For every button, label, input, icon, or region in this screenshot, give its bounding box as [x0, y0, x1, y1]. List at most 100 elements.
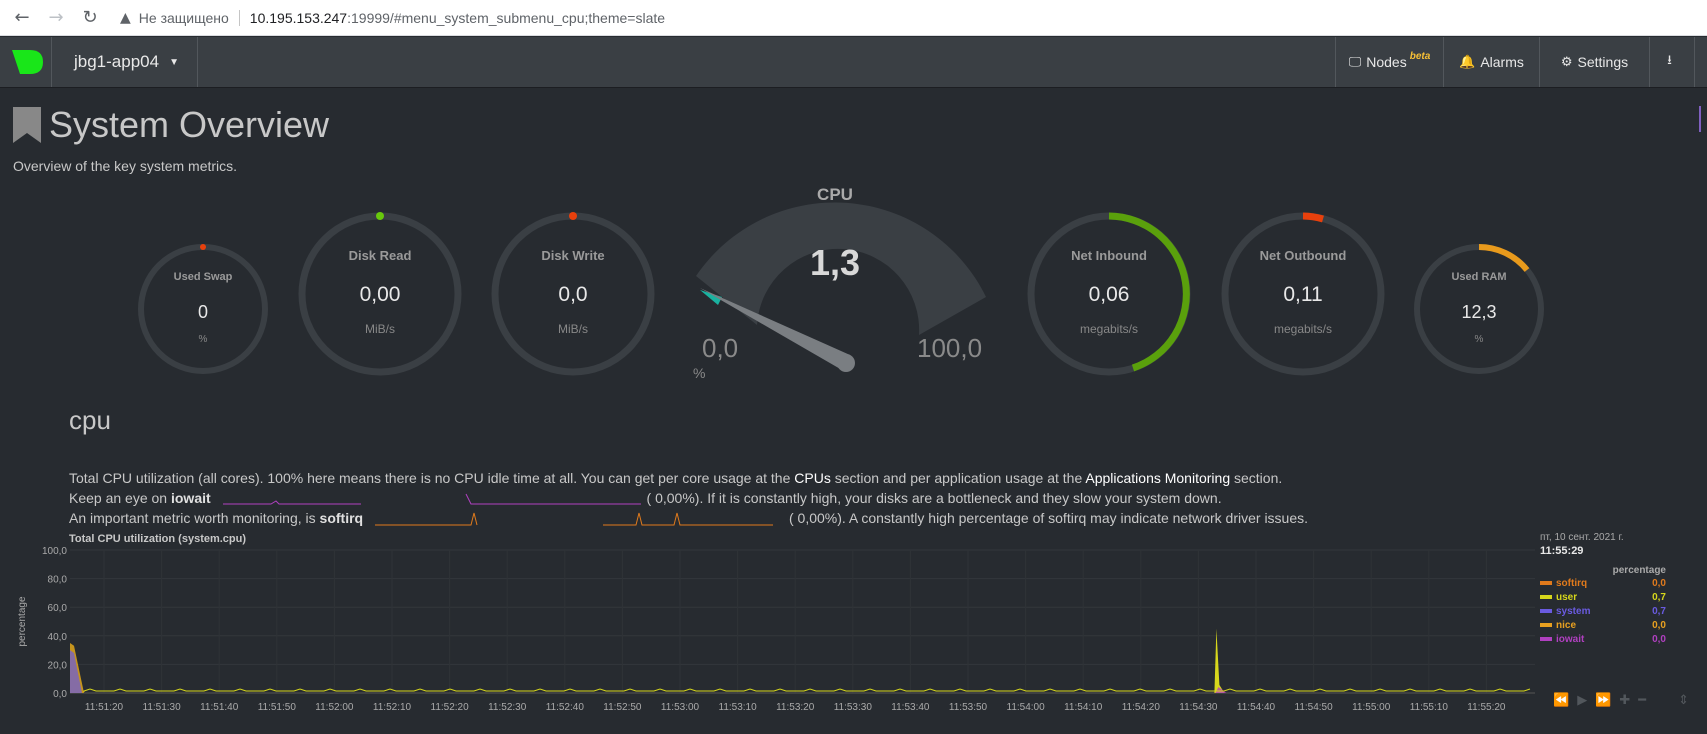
legend-series-value: 0,0 — [1652, 577, 1666, 589]
x-tick-label: 11:51:20 — [85, 702, 124, 713]
cpus-link[interactable]: CPUs — [794, 470, 831, 486]
legend-header: percentage — [1612, 565, 1666, 576]
gauge-disk-read[interactable]: Disk Read 0,00 MiB/s — [296, 210, 464, 378]
forward-icon[interactable]: → — [44, 6, 68, 30]
host-dropdown[interactable]: jbg1-app04 ▼ — [51, 37, 198, 87]
alarms-button[interactable]: 🔔 Alarms — [1443, 37, 1539, 87]
series-area-user — [1214, 628, 1225, 693]
applications-link[interactable]: Applications Monitoring — [1085, 470, 1230, 486]
insecure-label: Не защищено — [138, 9, 229, 26]
zoom-out-icon[interactable]: ━ — [1638, 693, 1646, 708]
gauge-value: 0,11 — [1283, 283, 1323, 306]
netdata-logo-icon[interactable] — [10, 46, 44, 78]
alarms-label: Alarms — [1480, 54, 1524, 70]
y-tick-label: 40,0 — [48, 632, 68, 643]
legend-series-name: softirq — [1556, 577, 1588, 589]
description-line-1: Total CPU utilization (all cores). 100% … — [69, 470, 1282, 486]
x-tick-label: 11:55:10 — [1410, 702, 1449, 713]
address-bar[interactable]: ▲ Не защищено 10.195.153.247:19999/#menu… — [120, 9, 666, 26]
gauge-unit: MiB/s — [558, 322, 588, 336]
chart-controls: ⏪ ▶ ⏩ ✚ ━ ⇕ — [1553, 693, 1689, 708]
gauge-label: Disk Write — [541, 248, 605, 263]
back-icon[interactable]: ← — [10, 6, 34, 30]
legend-series-value: 0,7 — [1652, 605, 1666, 617]
legend-item[interactable]: system 0,7 — [1540, 604, 1670, 618]
x-tick-label: 11:55:20 — [1467, 702, 1506, 713]
legend-swatch — [1540, 637, 1552, 641]
x-tick-label: 11:53:40 — [891, 702, 930, 713]
url-path: :19999/#menu_system_submenu_cpu;theme=sl… — [347, 9, 666, 26]
beta-badge: beta — [1409, 50, 1431, 62]
cpu-gauge-value: 1,3 — [809, 242, 861, 283]
reload-icon[interactable]: ↻ — [78, 6, 102, 30]
x-tick-label: 11:54:50 — [1295, 702, 1334, 713]
fast-forward-icon[interactable]: ⏩ — [1595, 693, 1611, 708]
gauge-disk-write[interactable]: Disk Write 0,0 MiB/s — [489, 210, 657, 378]
gauge-label: Net Inbound — [1071, 248, 1147, 263]
zoom-in-icon[interactable]: ✚ — [1619, 693, 1630, 708]
download-icon: ⭳ — [1667, 53, 1672, 68]
x-tick-label: 11:54:10 — [1064, 702, 1103, 713]
x-tick-label: 11:54:00 — [1007, 702, 1046, 713]
chart-legend: пт, 10 сент. 2021 г. 11:55:29 percentage… — [1540, 532, 1670, 646]
nodes-button[interactable]: 🖵 Nodes beta — [1335, 37, 1443, 87]
scroll-indicator[interactable] — [1699, 106, 1701, 132]
cpu-gauge-unit: % — [693, 365, 706, 381]
page-header: System Overview — [13, 104, 329, 146]
cpu-gauge-min: 0,0 — [702, 333, 739, 363]
browser-toolbar: ← → ↻ ▲ Не защищено 10.195.153.247:19999… — [0, 0, 1707, 36]
chart-title: Total CPU utilization (system.cpu) — [69, 533, 247, 545]
rewind-icon[interactable]: ⏪ — [1553, 693, 1569, 708]
x-tick-label: 11:53:30 — [834, 702, 873, 713]
bookmark-icon — [13, 107, 41, 143]
cpu-chart[interactable]: 100,0 80,0 60,0 40,0 20,0 0,0 percentage 11:51:… — [0, 545, 1540, 715]
section-heading: cpu — [69, 405, 111, 435]
legend-item[interactable]: softirq 0,0 — [1540, 576, 1670, 590]
settings-button[interactable]: ⚙ Settings — [1539, 37, 1649, 87]
x-tick-label: 11:51:40 — [200, 702, 239, 713]
gauge-unit: megabits/s — [1273, 322, 1333, 336]
description-line-3: An important metric worth monitoring, is… — [69, 510, 1308, 527]
desc-text: An important metric worth monitoring, is — [69, 510, 320, 526]
legend-date: пт, 10 сент. 2021 г. — [1540, 532, 1624, 543]
gauge-value: 0,00 — [359, 283, 401, 306]
gauge-used-ram[interactable]: Used RAM 12,3 % — [1412, 242, 1546, 376]
legend-series-value: 0,7 — [1652, 591, 1666, 603]
gauge-cpu[interactable]: CPU 1,3 0,0 100,0 % — [670, 180, 1000, 390]
nodes-label: Nodes — [1366, 54, 1407, 70]
play-icon[interactable]: ▶ — [1577, 693, 1587, 708]
legend-item[interactable]: nice 0,0 — [1540, 618, 1670, 632]
gauge-net-outbound[interactable]: Net Outbound 0,11 megabits/s — [1219, 210, 1387, 378]
legend-time: 11:55:29 — [1540, 545, 1584, 557]
y-tick-label: 60,0 — [48, 603, 68, 614]
legend-item[interactable]: iowait 0,0 — [1540, 632, 1670, 646]
gauge-net-inbound[interactable]: Net Inbound 0,06 megabits/s — [1025, 210, 1193, 378]
iowait-keyword: iowait — [170, 490, 211, 506]
gauge-value: 0 — [197, 302, 208, 322]
gauge-value: 12,3 — [1461, 302, 1497, 322]
legend-series-value: 0,0 — [1652, 633, 1666, 645]
x-tick-label: 11:53:20 — [776, 702, 815, 713]
cpu-gauge-label: CPU — [817, 185, 853, 204]
resize-handle-icon[interactable]: ⇕ — [1678, 693, 1689, 708]
gauge-used-swap[interactable]: Used Swap 0 % — [136, 242, 270, 376]
x-tick-label: 11:53:10 — [719, 702, 758, 713]
gauge-label: Used RAM — [1451, 271, 1507, 283]
legend-series-value: 0,0 — [1652, 619, 1666, 631]
legend-series-name: nice — [1556, 619, 1577, 631]
divider — [238, 9, 240, 26]
desc-text: Total CPU utilization (all cores). 100% … — [69, 470, 795, 486]
y-tick-label: 0,0 — [53, 689, 67, 700]
legend-series-name: system — [1556, 605, 1591, 617]
warning-icon: ▲ — [120, 9, 131, 26]
legend-swatch — [1540, 581, 1552, 585]
page-subtitle: Overview of the key system metrics. — [13, 158, 238, 174]
gauge-label: Net Outbound — [1259, 248, 1347, 263]
gauge-value: 0,0 — [558, 283, 588, 306]
desc-text: section and per application usage at the — [830, 470, 1086, 486]
legend-item[interactable]: user 0,7 — [1540, 590, 1670, 604]
download-button[interactable]: ⭳ — [1649, 37, 1695, 87]
y-tick-label: 80,0 — [48, 575, 68, 586]
x-tick-label: 11:54:40 — [1237, 702, 1276, 713]
x-tick-label: 11:52:30 — [488, 702, 527, 713]
